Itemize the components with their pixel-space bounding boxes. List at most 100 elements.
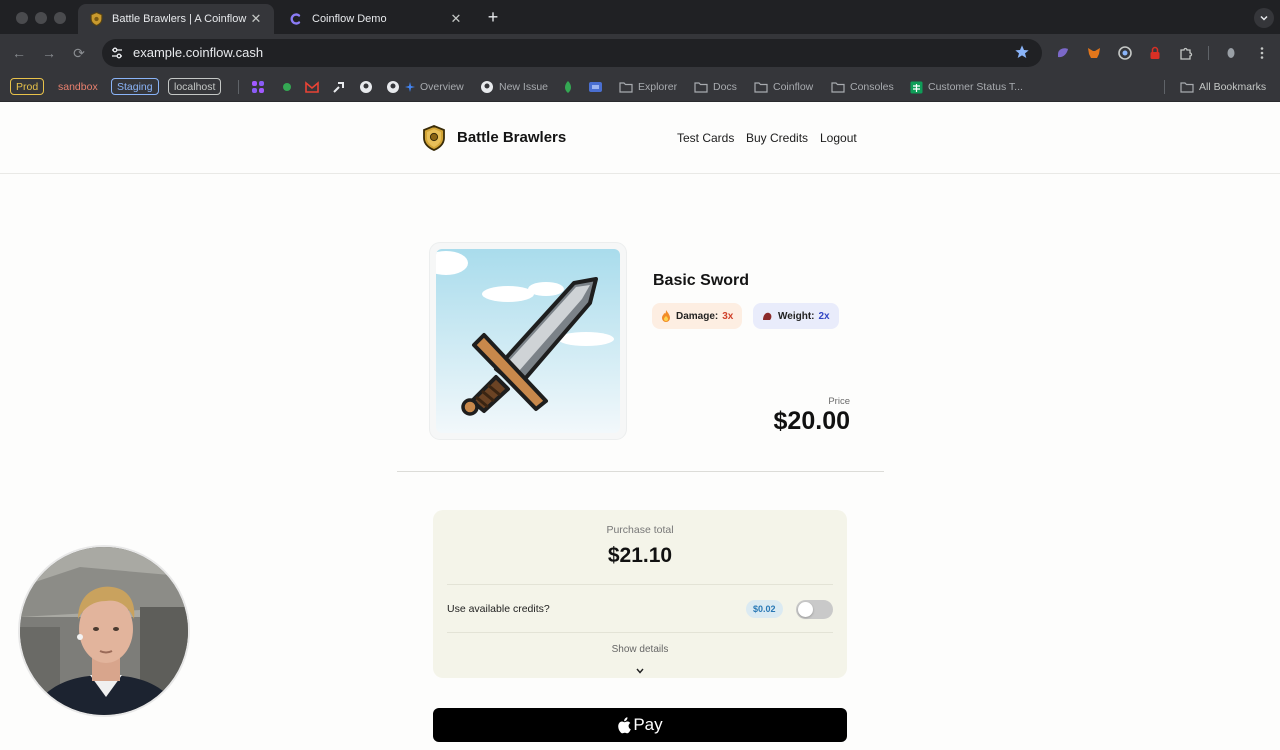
- bookmark-label: Explorer: [638, 81, 678, 93]
- bookmark-new-issue[interactable]: New Issue: [480, 79, 548, 95]
- extension-circle-icon[interactable]: [1118, 46, 1132, 60]
- bookmark-env-sandbox[interactable]: sandbox: [53, 78, 103, 95]
- bookmark-label: All Bookmarks: [1199, 81, 1267, 93]
- bookmark-env-prod[interactable]: Prod: [10, 78, 45, 95]
- presenter-video-image: [20, 547, 188, 715]
- bookmark-gmail-icon[interactable]: [305, 79, 319, 95]
- shield-favicon-icon: [88, 11, 104, 27]
- product-name: Basic Sword: [653, 272, 750, 289]
- web-page: Battle Brawlers Test Cards Buy Credits L…: [0, 102, 1280, 750]
- profile-avatar-icon[interactable]: [1224, 46, 1238, 60]
- summary-divider: [447, 584, 833, 585]
- bookmark-folder-explorer[interactable]: Explorer: [619, 79, 677, 95]
- window-minimize-button[interactable]: [35, 12, 47, 24]
- bookmark-env-staging[interactable]: Staging: [111, 78, 159, 95]
- product-price: $20.00: [773, 407, 850, 435]
- address-bar[interactable]: example.coinflow.cash: [102, 39, 1042, 67]
- apple-logo-icon: [617, 716, 632, 734]
- bookmark-env-localhost[interactable]: localhost: [168, 78, 222, 95]
- credits-balance-badge: $0.02: [746, 600, 783, 618]
- window-close-button[interactable]: [16, 12, 28, 24]
- bookmark-blue-box-icon[interactable]: [588, 79, 603, 95]
- chevron-down-icon[interactable]: [636, 661, 644, 679]
- tab-search-chevron-icon[interactable]: [1254, 8, 1274, 28]
- bookmark-label: Docs: [713, 81, 737, 93]
- shield-logo-icon[interactable]: [422, 125, 446, 151]
- sparkle-icon: [405, 82, 415, 92]
- tab-title: Coinflow Demo: [312, 13, 387, 25]
- folder-icon: [619, 81, 633, 93]
- site-settings-icon[interactable]: [110, 46, 124, 65]
- folder-icon: [754, 81, 768, 93]
- webcam-overlay: [18, 545, 190, 717]
- fire-icon: [661, 310, 671, 322]
- summary-divider: [447, 632, 833, 633]
- nav-buy-credits[interactable]: Buy Credits: [746, 131, 808, 145]
- price-label: Price: [828, 396, 850, 407]
- apple-pay-label: Pay: [633, 715, 663, 734]
- toolbar-divider: [1208, 46, 1209, 60]
- sheets-icon: [910, 81, 923, 94]
- toggle-knob: [798, 602, 813, 617]
- show-details-link[interactable]: Show details: [433, 644, 847, 655]
- bookmark-leaf-icon[interactable]: [563, 79, 573, 95]
- forward-arrow-icon[interactable]: →: [40, 44, 58, 62]
- bookmark-folder-docs[interactable]: Docs: [694, 79, 737, 95]
- new-tab-button[interactable]: +: [484, 8, 502, 26]
- bookmark-green-dot-icon[interactable]: [281, 79, 293, 95]
- bookmark-label: Customer Status T...: [928, 81, 1023, 93]
- folder-icon: [694, 81, 708, 93]
- bookmark-overview[interactable]: Overview: [386, 79, 464, 95]
- bookmark-label: Consoles: [850, 81, 894, 93]
- apple-pay-button[interactable]: Pay: [433, 708, 847, 742]
- stat-badge-damage: Damage: 3x: [652, 303, 743, 329]
- sword-image: [436, 249, 620, 433]
- bookmarks-divider: [238, 80, 239, 94]
- bookmark-customer-status[interactable]: Customer Status T...: [910, 79, 1023, 95]
- purchase-summary-card: Purchase total $21.10 Use available cred…: [433, 510, 847, 678]
- browser-menu-icon[interactable]: [1255, 46, 1269, 60]
- browser-toolbar: ← → ⟳ example.coinflow.cash: [0, 34, 1280, 72]
- tab-title: Battle Brawlers | A Coinflow Demo: [112, 13, 248, 25]
- stat-label: Damage:: [676, 310, 719, 322]
- bookmark-star-icon[interactable]: [1014, 44, 1030, 65]
- bookmark-label: Overview: [420, 81, 464, 93]
- reload-icon[interactable]: ⟳: [70, 44, 88, 62]
- brand-name[interactable]: Battle Brawlers: [457, 129, 566, 146]
- bookmark-label: Coinflow: [773, 81, 814, 93]
- folder-icon: [1180, 81, 1194, 93]
- extensions-puzzle-icon[interactable]: [1179, 46, 1193, 60]
- window-maximize-button[interactable]: [54, 12, 66, 24]
- metamask-fox-icon[interactable]: [1087, 46, 1101, 60]
- password-lock-icon[interactable]: [1148, 46, 1162, 60]
- site-header: Battle Brawlers Test Cards Buy Credits L…: [0, 102, 1280, 174]
- bookmark-all-bookmarks[interactable]: All Bookmarks: [1180, 79, 1266, 95]
- browser-tabstrip: Battle Brawlers | A Coinflow Demo ✕ Coin…: [0, 0, 1280, 34]
- folder-icon: [831, 81, 845, 93]
- tab-close-icon[interactable]: ✕: [248, 11, 264, 27]
- stat-badge-weight: Weight: 2x: [753, 303, 839, 329]
- coinflow-favicon-icon: [288, 11, 304, 27]
- bookmark-link-icon[interactable]: [332, 79, 346, 95]
- nav-test-cards[interactable]: Test Cards: [677, 131, 734, 145]
- nav-logout[interactable]: Logout: [820, 131, 857, 145]
- bookmark-figma-icon[interactable]: [251, 79, 265, 95]
- tab-coinflow-demo[interactable]: Coinflow Demo ✕: [278, 4, 474, 34]
- purchase-total-amount: $21.10: [607, 544, 673, 567]
- use-credits-toggle[interactable]: [796, 600, 833, 619]
- tab-battle-brawlers[interactable]: Battle Brawlers | A Coinflow Demo ✕: [78, 4, 274, 34]
- stat-value: 2x: [818, 310, 830, 322]
- bookmark-github-icon[interactable]: [359, 79, 373, 95]
- url-text: example.coinflow.cash: [133, 45, 264, 60]
- back-arrow-icon[interactable]: ←: [10, 44, 28, 62]
- product-image-card: [430, 243, 626, 439]
- extension-purple-icon[interactable]: [1056, 46, 1070, 60]
- bookmark-label: New Issue: [499, 81, 549, 93]
- tab-close-icon[interactable]: ✕: [448, 11, 464, 27]
- purchase-total-label: Purchase total: [606, 524, 674, 536]
- github-icon: [480, 80, 494, 94]
- github-icon: [386, 80, 400, 94]
- section-divider: [397, 471, 884, 472]
- bookmark-folder-consoles[interactable]: Consoles: [831, 79, 894, 95]
- bookmark-folder-coinflow[interactable]: Coinflow: [754, 79, 813, 95]
